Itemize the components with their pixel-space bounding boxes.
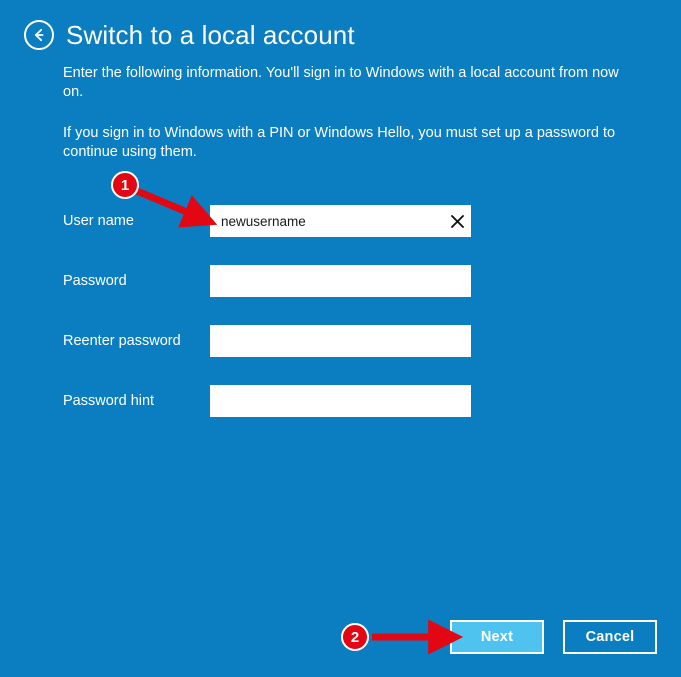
dialog-header: Switch to a local account xyxy=(0,0,681,50)
password-hint-input[interactable] xyxy=(210,386,471,416)
intro-description: Enter the following information. You'll … xyxy=(63,65,619,100)
form-row-password-hint: Password hint xyxy=(63,385,483,417)
label-password-hint: Password hint xyxy=(63,393,155,409)
back-arrow-circle-icon[interactable] xyxy=(24,20,54,50)
reenter-password-field-wrap[interactable] xyxy=(210,325,471,357)
form-row-user-name: User name xyxy=(63,205,483,237)
label-reenter-password: Reenter password xyxy=(63,333,181,349)
password-field-wrap[interactable] xyxy=(210,265,471,297)
pin-notice-description: If you sign in to Windows with a PIN or … xyxy=(63,125,616,160)
page-title: Switch to a local account xyxy=(66,20,355,50)
user-name-field-wrap[interactable] xyxy=(210,205,471,237)
reenter-password-input[interactable] xyxy=(210,326,471,356)
password-input[interactable] xyxy=(210,266,471,296)
user-name-input[interactable] xyxy=(210,206,443,236)
label-password: Password xyxy=(63,273,127,289)
cancel-button[interactable]: Cancel xyxy=(563,620,657,654)
password-hint-field-wrap[interactable] xyxy=(210,385,471,417)
title-row: Switch to a local account xyxy=(0,0,681,50)
callout-badge-1: 1 xyxy=(111,171,139,199)
form-row-password: Password xyxy=(63,265,483,297)
close-x-icon[interactable] xyxy=(443,205,471,237)
next-button[interactable]: Next xyxy=(450,620,544,654)
dialog-footer: Next Cancel xyxy=(0,620,681,656)
label-user-name: User name xyxy=(63,213,134,229)
form-row-reenter-password: Reenter password xyxy=(63,325,483,357)
